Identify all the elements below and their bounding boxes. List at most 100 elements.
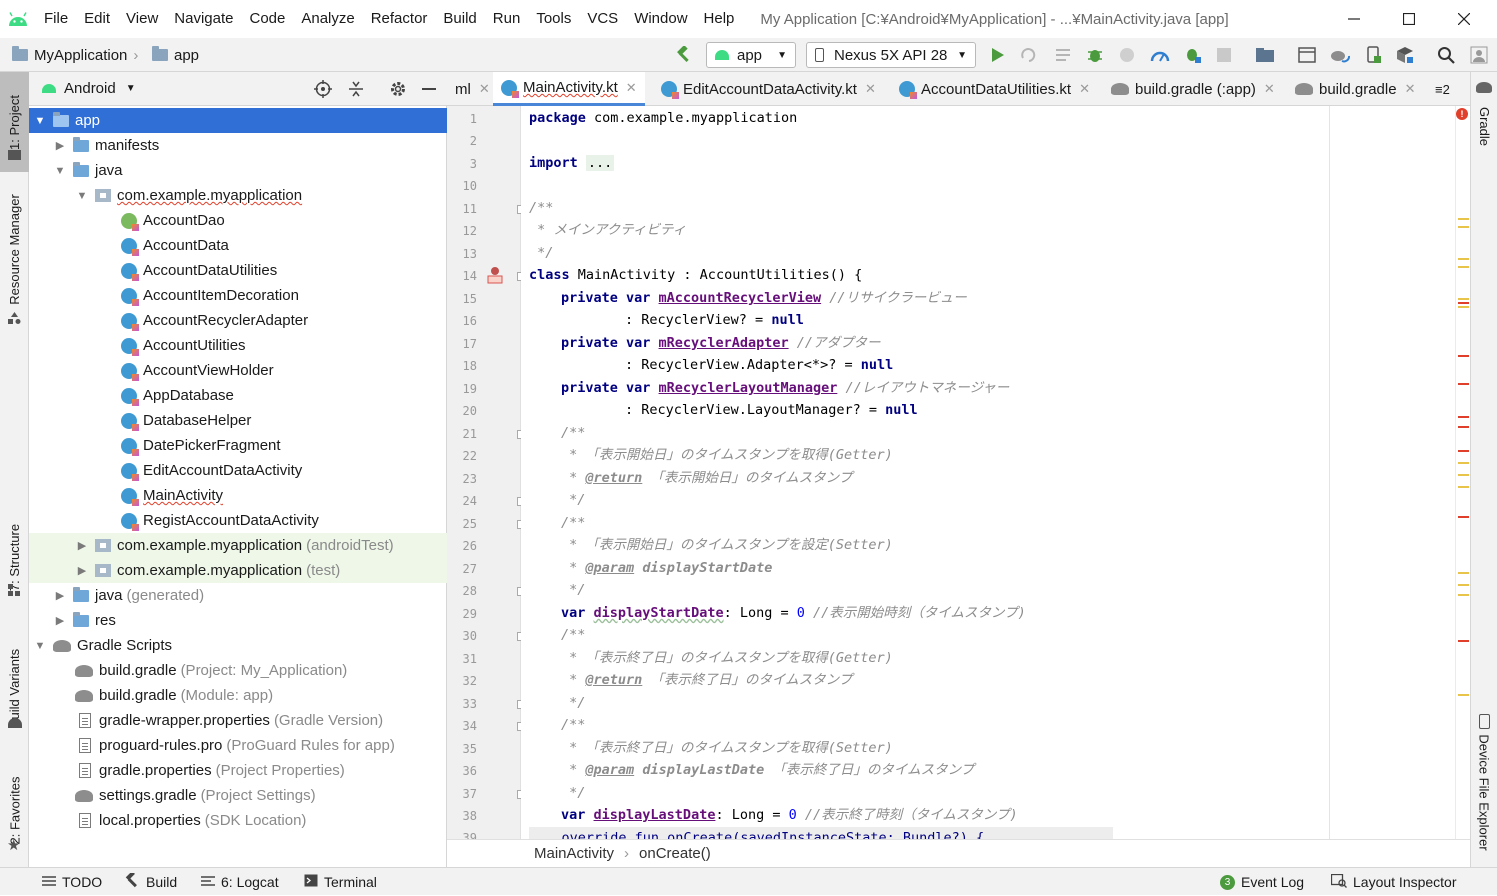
warning-marker[interactable] <box>1458 694 1469 696</box>
tree-node-databasehelper[interactable]: DatabaseHelper <box>29 408 447 433</box>
gear-icon[interactable] <box>389 80 407 101</box>
error-marker[interactable] <box>1458 302 1469 304</box>
stop-icon[interactable] <box>1213 44 1235 66</box>
collapse-all-icon[interactable] <box>347 80 365 101</box>
tree-node-build-gradle-module[interactable]: build.gradle (Module: app) <box>29 683 447 708</box>
menu-window[interactable]: Window <box>626 0 695 38</box>
tool-tab-device-file-explorer[interactable]: Device File Explorer <box>1471 732 1497 852</box>
breadcrumb-module[interactable]: app <box>152 38 199 72</box>
menu-run[interactable]: Run <box>485 0 529 38</box>
menu-file[interactable]: File <box>36 0 76 38</box>
gradle-sync-icon[interactable] <box>1329 44 1351 66</box>
menu-view[interactable]: View <box>118 0 166 38</box>
close-icon[interactable]: ✕ <box>479 81 490 97</box>
tree-node-app[interactable]: ▼ app <box>29 108 447 133</box>
apply-changes-icon[interactable] <box>1018 44 1040 66</box>
close-icon[interactable]: ✕ <box>626 80 637 96</box>
tree-node-local-properties[interactable]: local.properties (SDK Location) <box>29 808 447 833</box>
menu-help[interactable]: Help <box>696 0 743 38</box>
tree-node-package-test[interactable]: ▶ com.example.myapplication (test) <box>29 558 447 583</box>
device-select[interactable]: Nexus 5X API 28 ▼ <box>806 42 976 68</box>
tree-node-build-gradle-project[interactable]: build.gradle (Project: My_Application) <box>29 658 447 683</box>
warning-marker[interactable] <box>1458 572 1469 574</box>
warning-marker[interactable] <box>1458 226 1469 228</box>
close-icon[interactable]: ✕ <box>1079 81 1090 97</box>
search-icon[interactable] <box>1435 44 1457 66</box>
sdk-manager-icon[interactable] <box>1394 44 1416 66</box>
run-configuration-select[interactable]: app ▼ <box>706 42 796 68</box>
editor-tab-overflow-menu[interactable]: ≡2 <box>1427 72 1458 106</box>
warning-marker[interactable] <box>1458 258 1469 260</box>
tree-node-accountitemdecoration[interactable]: AccountItemDecoration <box>29 283 447 308</box>
tool-tab-resource-manager[interactable]: Resource Manager <box>0 184 29 314</box>
debug-icon[interactable] <box>1084 44 1106 66</box>
terminal-tool-button[interactable]: Terminal <box>304 868 377 896</box>
hide-panel-icon[interactable] <box>422 88 436 90</box>
locate-target-icon[interactable] <box>314 80 332 101</box>
warning-marker[interactable] <box>1458 584 1469 586</box>
breadcrumb-project[interactable]: MyApplication › <box>12 38 144 72</box>
close-icon[interactable] <box>1437 0 1491 38</box>
editor-tab-build-gradle[interactable]: build.gradle ✕ <box>1287 72 1423 106</box>
error-marker[interactable] <box>1458 426 1469 428</box>
menu-analyze[interactable]: Analyze <box>293 0 362 38</box>
breadcrumb-class[interactable]: MainActivity <box>534 845 614 862</box>
tree-node-java-generated[interactable]: ▶ java (generated) <box>29 583 447 608</box>
chevron-down-icon[interactable]: ▼ <box>126 83 136 94</box>
attach-debugger-icon[interactable] <box>1182 44 1204 66</box>
tool-tab-gradle[interactable]: Gradle <box>1471 96 1497 156</box>
error-marker[interactable] <box>1458 355 1469 357</box>
error-marker[interactable] <box>1458 516 1469 518</box>
tree-node-mainactivity[interactable]: MainActivity <box>29 483 447 508</box>
build-tool-button[interactable]: Build <box>124 868 177 896</box>
close-icon[interactable]: ✕ <box>1264 81 1275 97</box>
make-project-hammer-icon[interactable] <box>672 44 694 66</box>
editor-tab-accountdatautilities[interactable]: AccountDataUtilities.kt ✕ <box>891 72 1098 106</box>
error-indicator-icon[interactable]: ! <box>1456 108 1468 120</box>
tree-node-proguard-rules[interactable]: proguard-rules.pro (ProGuard Rules for a… <box>29 733 447 758</box>
menu-edit[interactable]: Edit <box>76 0 118 38</box>
warning-marker[interactable] <box>1458 462 1469 464</box>
tree-node-accountdao[interactable]: AccountDao <box>29 208 447 233</box>
close-icon[interactable]: ✕ <box>1405 81 1416 97</box>
tree-node-gradle-wrapper-properties[interactable]: gradle-wrapper.properties (Gradle Versio… <box>29 708 447 733</box>
event-log-tool-button[interactable]: 3 Event Log <box>1220 868 1304 896</box>
minimize-icon[interactable] <box>1327 0 1381 38</box>
tool-tab-build-variants[interactable]: Build Variants <box>0 628 29 748</box>
warning-marker[interactable] <box>1458 474 1469 476</box>
error-marker[interactable] <box>1458 640 1469 642</box>
menu-navigate[interactable]: Navigate <box>166 0 241 38</box>
warning-marker[interactable] <box>1458 306 1469 308</box>
warning-marker[interactable] <box>1458 594 1469 596</box>
editor-tab-editaccountdataactivity[interactable]: EditAccountDataActivity.kt ✕ <box>653 72 884 106</box>
close-icon[interactable]: ✕ <box>865 81 876 97</box>
tree-node-java[interactable]: ▼ java <box>29 158 447 183</box>
profile-icon[interactable] <box>1116 44 1138 66</box>
tree-node-package-main[interactable]: ▼ com.example.myapplication <box>29 183 447 208</box>
tree-node-gradle-properties[interactable]: gradle.properties (Project Properties) <box>29 758 447 783</box>
breadcrumb-method[interactable]: onCreate() <box>639 845 711 862</box>
menu-code[interactable]: Code <box>241 0 293 38</box>
tree-node-accountutilities[interactable]: AccountUtilities <box>29 333 447 358</box>
run-icon[interactable] <box>987 44 1009 66</box>
tree-node-manifests[interactable]: ▶ manifests <box>29 133 447 158</box>
editor-tab-mainactivity[interactable]: MainActivity.kt ✕ <box>493 72 645 106</box>
tree-node-appdatabase[interactable]: AppDatabase <box>29 383 447 408</box>
error-marker[interactable] <box>1458 416 1469 418</box>
tree-node-accountviewholder[interactable]: AccountViewHolder <box>29 358 447 383</box>
account-avatar-icon[interactable] <box>1468 44 1490 66</box>
tree-node-datepickerfragment[interactable]: DatePickerFragment <box>29 433 447 458</box>
tree-node-accountrecycleradapter[interactable]: AccountRecyclerAdapter <box>29 308 447 333</box>
editor-tab-build-gradle-app[interactable]: build.gradle (:app) ✕ <box>1103 72 1283 106</box>
logcat-tool-button[interactable]: 6: Logcat <box>201 868 279 896</box>
project-structure-icon[interactable] <box>1296 44 1318 66</box>
menu-build[interactable]: Build <box>435 0 484 38</box>
tree-node-registaccountdataactivity[interactable]: RegistAccountDataActivity <box>29 508 447 533</box>
apply-code-changes-icon[interactable] <box>1052 44 1074 66</box>
maximize-icon[interactable] <box>1382 0 1436 38</box>
layout-inspector-tool-button[interactable]: Layout Inspector <box>1330 868 1457 896</box>
error-marker[interactable] <box>1458 450 1469 452</box>
warning-marker[interactable] <box>1458 266 1469 268</box>
tree-node-accountdata[interactable]: AccountData <box>29 233 447 258</box>
error-marker[interactable] <box>1458 383 1469 385</box>
